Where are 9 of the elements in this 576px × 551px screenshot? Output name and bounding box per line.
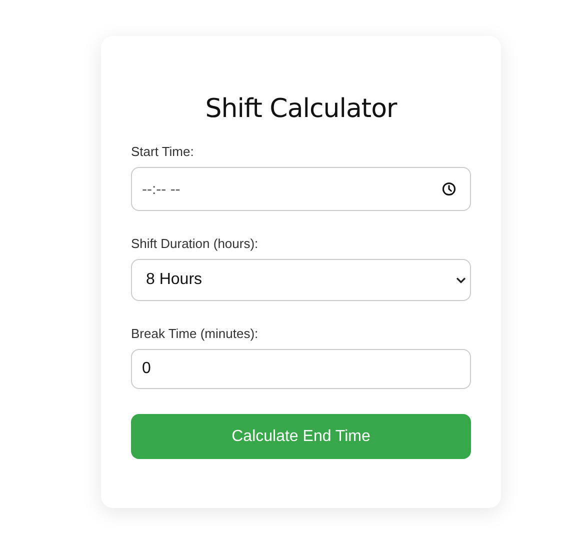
duration-select[interactable]: 8 Hours (131, 259, 471, 301)
field-label: Break Time (minutes): (131, 326, 260, 341)
field-label: Shift Duration (hours): (131, 236, 260, 251)
field-label: Start Time: (131, 144, 195, 159)
chevron-down-icon (456, 276, 466, 284)
break-time-input[interactable]: 0 (131, 349, 471, 389)
form-title: Shift Calculator (204, 94, 398, 124)
time-field[interactable]: --:-- -- (131, 167, 471, 211)
clock-icon (442, 182, 456, 196)
